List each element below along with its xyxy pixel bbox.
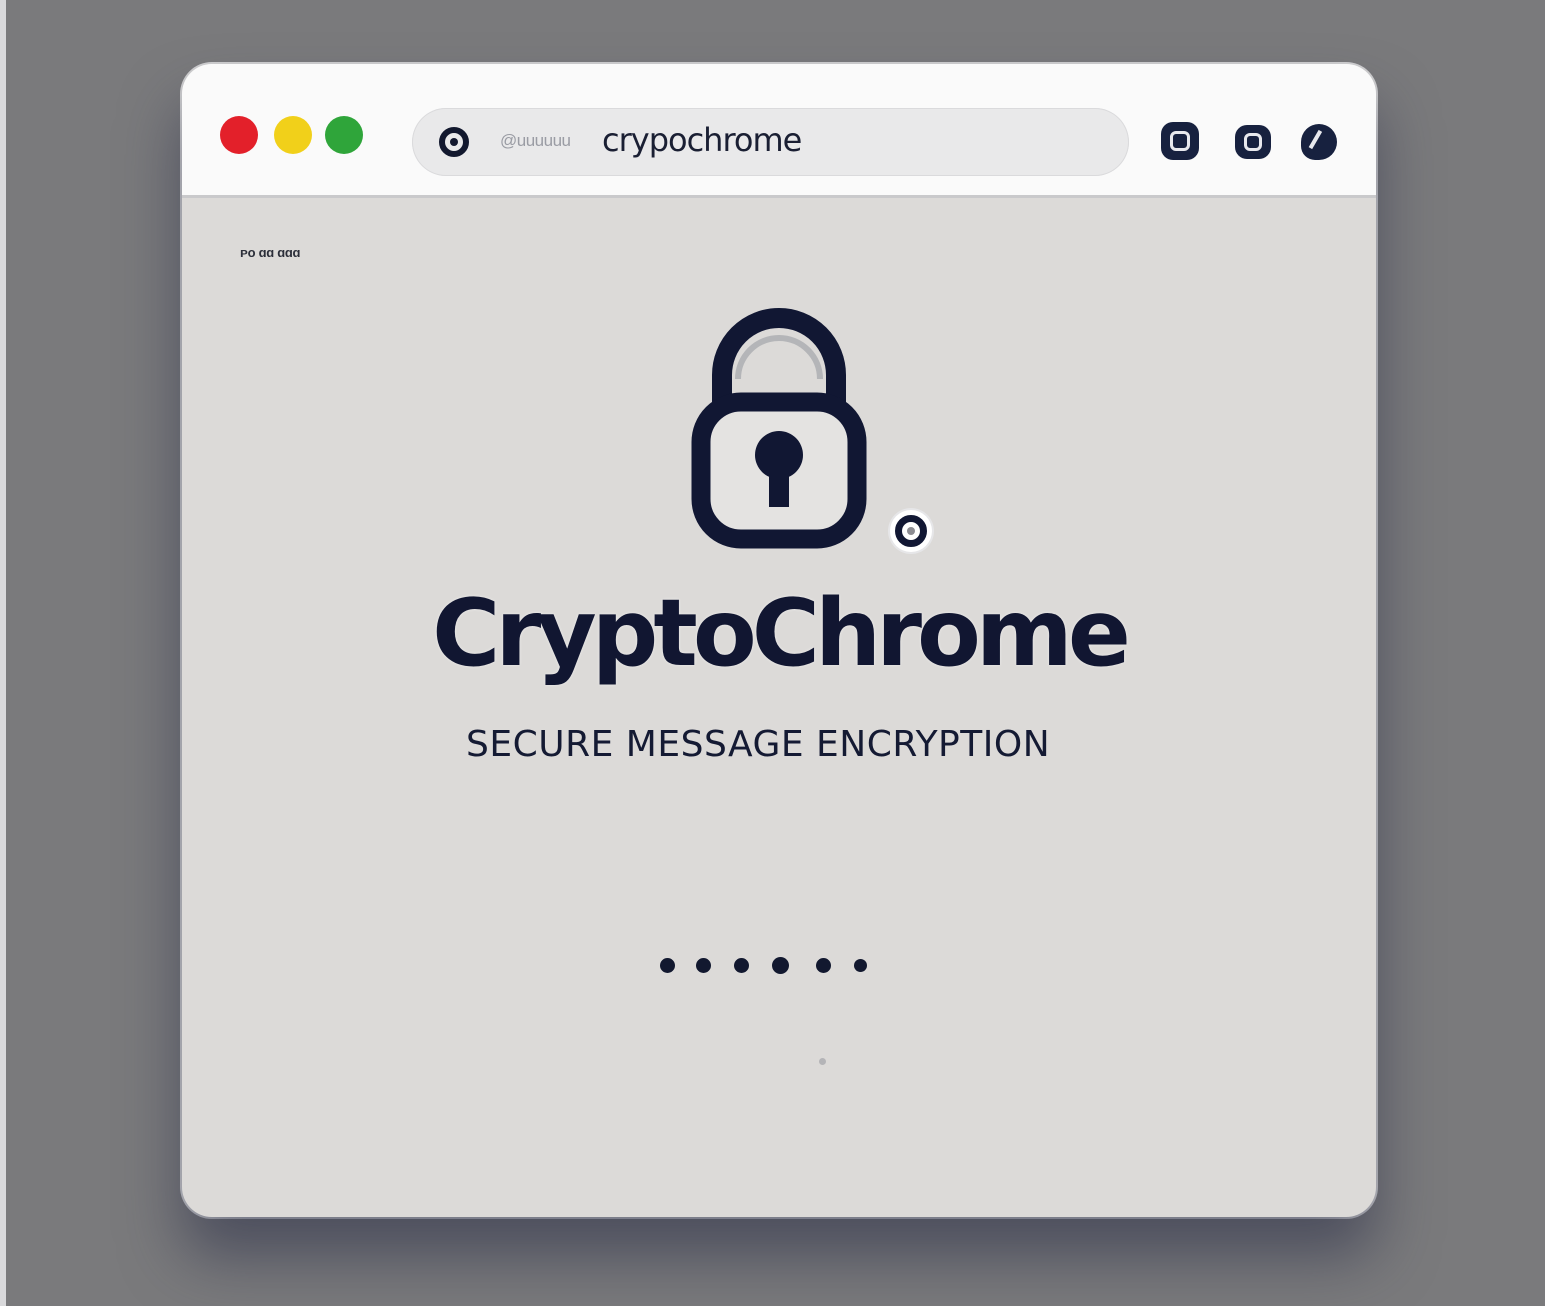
address-bar[interactable]: @uuuuuu crypochrome	[412, 108, 1129, 176]
brand-title: CryptoChrome	[432, 579, 1131, 687]
decorative-dot	[819, 1058, 826, 1065]
tab-icon[interactable]	[1235, 125, 1271, 159]
loader-dot	[696, 958, 711, 973]
site-info-icon[interactable]	[439, 127, 469, 157]
loader-dot	[854, 959, 867, 972]
extension-icon[interactable]	[1161, 122, 1199, 160]
lock-icon	[691, 308, 867, 549]
browser-window: @uuuuuu crypochrome ᴘᴏ ɑɑ ɑɑɑ CryptoChro…	[182, 64, 1376, 1217]
status-badge-icon	[890, 510, 932, 552]
loader-dot	[734, 958, 749, 973]
loader-dot	[660, 958, 675, 973]
browser-toolbar: @uuuuuu crypochrome	[182, 64, 1376, 198]
loader-dot	[816, 958, 831, 973]
background-edge	[0, 0, 6, 1306]
loader-dot	[772, 957, 789, 974]
minimize-window-button[interactable]	[274, 116, 312, 154]
page-corner-label: ᴘᴏ ɑɑ ɑɑɑ	[240, 245, 301, 260]
address-url[interactable]: crypochrome	[602, 121, 802, 159]
loading-indicator	[660, 956, 880, 980]
brand-tagline: SECURE MESSAGE ENCRYPTION	[466, 724, 1051, 765]
close-window-button[interactable]	[220, 116, 258, 154]
maximize-window-button[interactable]	[325, 116, 363, 154]
profile-icon[interactable]	[1301, 124, 1337, 160]
address-prefix: @uuuuuu	[500, 131, 571, 150]
